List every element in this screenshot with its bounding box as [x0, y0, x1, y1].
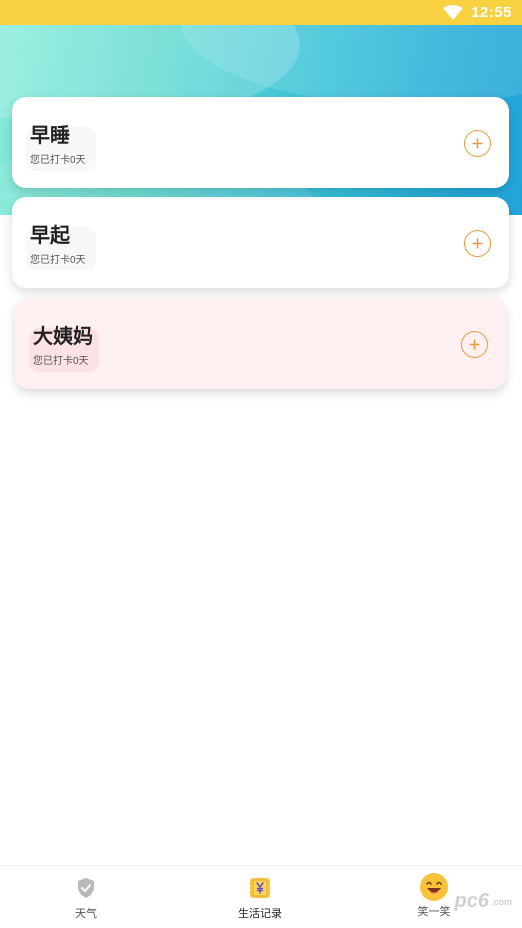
add-checkin-button[interactable] — [464, 230, 491, 257]
record-checkin-count: 您已打卡0天 — [30, 155, 86, 166]
watermark-text: pc6 — [454, 890, 489, 912]
plus-circle-icon — [469, 339, 480, 350]
bottom-tab-bar: 天气 生活记录 笑一笑 pc6 .com — [0, 865, 522, 927]
record-title: 大姨妈 — [33, 326, 93, 348]
wifi-icon — [443, 5, 464, 20]
record-checkin-count: 您已打卡0天 — [30, 255, 86, 266]
tab-weather[interactable]: 天气 — [26, 866, 146, 928]
record-card-early-sleep[interactable]: 早睡 您已打卡0天 — [12, 97, 509, 188]
tab-label: 天气 — [75, 908, 97, 920]
record-title: 早起 — [30, 225, 70, 247]
add-checkin-button[interactable] — [461, 331, 488, 358]
shield-check-icon — [74, 876, 98, 900]
tab-label: 生活记录 — [238, 908, 282, 920]
site-watermark: pc6 .com — [455, 890, 512, 913]
record-card-early-rise[interactable]: 早起 您已打卡0天 — [12, 197, 509, 288]
add-checkin-button[interactable] — [464, 130, 491, 157]
yuan-ticket-icon — [248, 876, 272, 900]
record-card-period[interactable]: 大姨妈 您已打卡0天 — [15, 298, 506, 389]
record-checkin-count: 您已打卡0天 — [33, 356, 89, 367]
laughing-emoji-icon — [419, 872, 449, 902]
record-title: 早睡 — [30, 125, 70, 147]
status-time: 12:55 — [471, 4, 512, 21]
plus-circle-icon — [472, 238, 483, 249]
plus-circle-icon — [472, 138, 483, 149]
tab-life-records[interactable]: 生活记录 — [200, 866, 320, 928]
tab-label: 笑一笑 — [417, 906, 451, 918]
status-bar: 12:55 — [0, 0, 522, 25]
watermark-suffix: .com — [490, 896, 512, 907]
